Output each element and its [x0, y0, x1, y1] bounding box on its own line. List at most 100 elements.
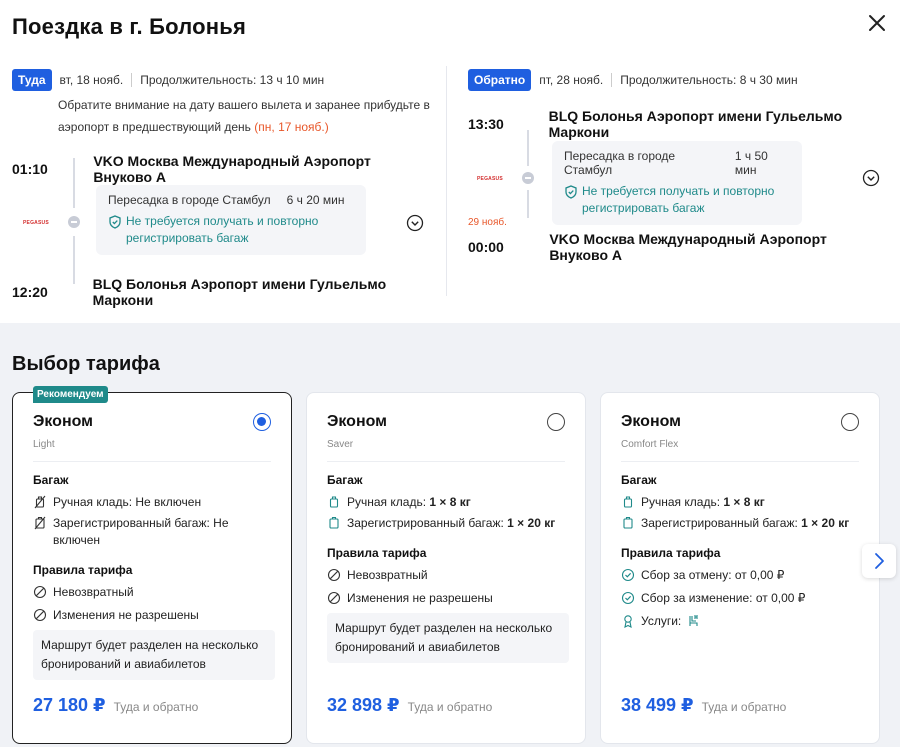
checked-baggage-icon: [329, 516, 339, 529]
prohibited-icon: [327, 568, 341, 582]
transfer-dot-icon: [68, 216, 80, 228]
departure-airport: BLQ Болонья Аэропорт имени Гульельмо Мар…: [548, 108, 843, 140]
baggage-title: Багаж: [621, 473, 657, 487]
transfer-baggage-note: Не требуется получать и повторно регистр…: [126, 214, 319, 245]
rules-title: Правила тарифа: [621, 546, 721, 560]
close-icon: [869, 15, 885, 31]
fare-radio[interactable]: [547, 413, 565, 431]
fare-price: 27 180 ₽: [33, 695, 106, 715]
notice-text: Обратите внимание на дату вашего вылета …: [58, 98, 430, 134]
rule-changes: Изменения не разрешены: [53, 608, 199, 622]
fare-card-saver[interactable]: Эконом Saver Багаж Ручная кладь: 1 × 8 к…: [306, 392, 586, 744]
checked-baggage-info: Зарегистрированный багаж: Не включен: [53, 516, 229, 547]
hand-luggage-icon: [329, 496, 339, 508]
return-badge: Обратно: [468, 69, 532, 91]
check-circle-icon: [621, 591, 635, 605]
arrival-time: 00:00: [468, 239, 504, 255]
arrival-next-day-date: 29 нояб.: [468, 217, 507, 228]
shield-check-icon: [109, 215, 121, 229]
fare-price-note: Туда и обратно: [407, 700, 493, 714]
transfer-city: Пересадка в городе Стамбул: [564, 149, 676, 177]
section-title: Выбор тарифа: [12, 353, 160, 375]
fare-subname: Saver: [327, 439, 354, 450]
fare-price: 32 898 ₽: [327, 695, 400, 715]
transfer-dot-icon: [522, 172, 534, 184]
divider: [621, 461, 859, 462]
expand-chevron-icon[interactable]: [406, 214, 424, 232]
timeline-line: [527, 130, 529, 166]
rule-services-label: Услуги:: [641, 614, 682, 628]
rule-changes: Изменения не разрешены: [347, 591, 493, 605]
split-booking-note: Маршрут будет разделен на несколько брон…: [33, 630, 275, 680]
divider: [131, 73, 133, 87]
fare-subname: Light: [33, 439, 55, 450]
outbound-date: вт, 18 нояб.: [59, 73, 124, 87]
hand-luggage-info: Ручная кладь: Не включен: [53, 495, 202, 509]
fare-name: Эконом: [327, 413, 388, 430]
fare-price-note: Туда и обратно: [113, 700, 199, 714]
shield-check-icon: [565, 185, 577, 199]
notice-date: (пн, 17 нояб.): [254, 120, 329, 134]
seat-icon: [689, 615, 698, 626]
rule-cancel-fee: Сбор за отмену: от 0,00 ₽: [641, 568, 785, 582]
transfer-duration: 6 ч 20 мин: [286, 193, 345, 207]
return-leg: Обратно пт, 28 нояб. Продолжительность: …: [468, 68, 888, 263]
baggage-title: Багаж: [33, 473, 69, 487]
chevron-right-icon: [875, 553, 884, 569]
legs-divider: [446, 66, 447, 296]
checked-baggage-value: 1 × 20 кг: [507, 516, 556, 530]
arrival-row: 00:00 VKO Москва Международный Аэропорт …: [468, 231, 888, 263]
hand-luggage-label: Ручная кладь:: [641, 495, 721, 509]
timeline-line: [527, 190, 529, 218]
fare-selection: Выбор тарифа Рекомендуем Эконом Light Ба…: [0, 323, 900, 747]
no-checked-baggage-icon: [34, 516, 46, 530]
close-button[interactable]: [864, 10, 890, 36]
fare-radio[interactable]: [841, 413, 859, 431]
transfer-duration: 1 ч 50 мин: [734, 149, 768, 177]
return-duration: Продолжительность: 8 ч 30 мин: [620, 73, 798, 87]
recommended-badge: Рекомендуем: [33, 386, 108, 403]
outbound-badge: Туда: [12, 69, 52, 91]
divider: [611, 73, 613, 87]
return-date: пт, 28 нояб.: [539, 73, 604, 87]
arrival-airport: BLQ Болонья Аэропорт имени Гульельмо Мар…: [92, 276, 387, 308]
checked-baggage-value: 1 × 20 кг: [801, 516, 850, 530]
departure-row: 13:30 BLQ Болонья Аэропорт имени Гульель…: [468, 108, 888, 140]
fare-card-comfort-flex[interactable]: Эконом Comfort Flex Багаж Ручная кладь: …: [600, 392, 880, 744]
expand-chevron-icon[interactable]: [862, 169, 880, 187]
departure-airport: VKO Москва Международный Аэропорт Внуков…: [93, 153, 371, 185]
rule-refund: Невозвратный: [347, 568, 428, 582]
no-hand-luggage-icon: [34, 495, 46, 509]
fare-card-light[interactable]: Рекомендуем Эконом Light Багаж Ручная кл…: [12, 386, 292, 744]
airline-logo: PEGASUS: [477, 176, 503, 182]
prohibited-icon: [33, 608, 47, 622]
next-fares-button[interactable]: [862, 544, 896, 578]
hand-luggage-value: 1 × 8 кг: [429, 495, 471, 509]
prohibited-icon: [327, 591, 341, 605]
fare-price-note: Туда и обратно: [701, 700, 787, 714]
divider: [327, 461, 565, 462]
arrival-time: 12:20: [12, 284, 48, 300]
baggage-title: Багаж: [327, 473, 363, 487]
fare-name: Эконом: [33, 413, 94, 430]
arrival-row: 12:20 BLQ Болонья Аэропорт имени Гульель…: [12, 276, 432, 308]
divider: [33, 461, 271, 462]
check-circle-icon: [621, 568, 635, 582]
fare-price: 38 499 ₽: [621, 695, 694, 715]
transfer-baggage-note: Не требуется получать и повторно регистр…: [582, 184, 775, 215]
reward-icon: [624, 615, 632, 628]
prohibited-icon: [33, 585, 47, 599]
fare-subname: Comfort Flex: [621, 439, 679, 450]
departure-time: 13:30: [468, 116, 504, 132]
transfer-info: Пересадка в городе Стамбул 1 ч 50 мин Не…: [552, 141, 802, 225]
fare-name: Эконом: [621, 413, 682, 430]
transfer-info: Пересадка в городе Стамбул 6 ч 20 мин Не…: [96, 185, 366, 255]
transfer-city: Пересадка в городе Стамбул: [108, 193, 271, 207]
fare-radio[interactable]: [253, 413, 271, 431]
split-booking-note: Маршрут будет разделен на несколько брон…: [327, 613, 569, 663]
rules-title: Правила тарифа: [33, 563, 133, 577]
rules-title: Правила тарифа: [327, 546, 427, 560]
arrival-airport: VKO Москва Международный Аэропорт Внуков…: [549, 231, 827, 263]
rule-change-fee: Сбор за изменение: от 0,00 ₽: [641, 591, 806, 605]
trip-details: Поездка в г. Болонья Туда вт, 18 нояб. П…: [0, 0, 900, 323]
